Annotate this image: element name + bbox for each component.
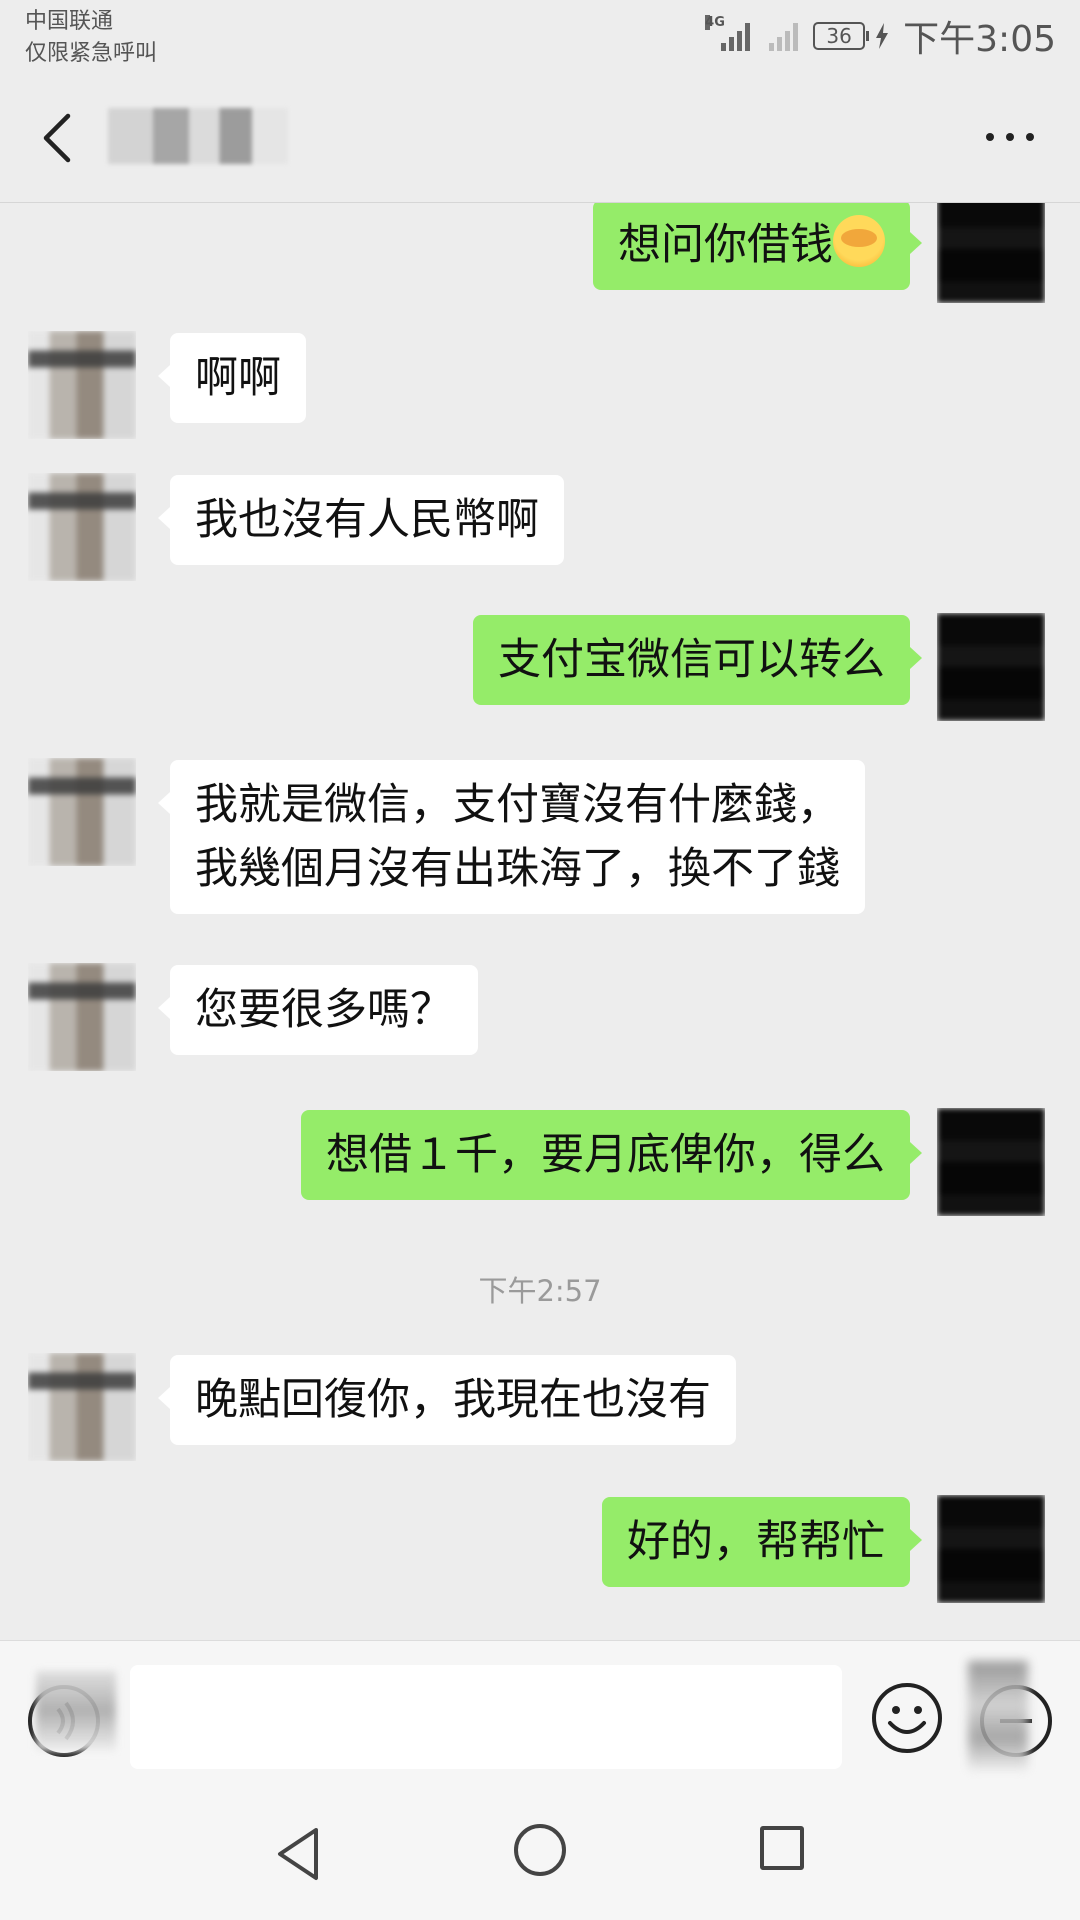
emergency-note: 仅限紧急呼叫: [25, 41, 158, 66]
input-bar: [0, 1640, 1080, 1785]
blurred-overlay: [968, 1661, 1028, 1771]
message-text: 好的，帮帮忙: [627, 1517, 885, 1567]
signal-4g-icon: 4G: [705, 15, 753, 51]
signal-no-sim-icon: [763, 21, 803, 51]
message-bubble[interactable]: 好的，帮帮忙: [602, 1497, 922, 1587]
chevron-left-icon: [43, 113, 71, 163]
contact-avatar[interactable]: [28, 963, 136, 1071]
carrier-name: 中国联通: [25, 9, 114, 34]
smiley-icon: [872, 1683, 942, 1753]
more-horizontal-icon: [986, 133, 1034, 141]
my-avatar[interactable]: [937, 1108, 1045, 1216]
message-bubble[interactable]: 您要很多嗎？: [158, 965, 478, 1055]
more-options-button[interactable]: [980, 122, 1040, 152]
my-avatar[interactable]: [937, 1495, 1045, 1603]
laughing-crying-emoji-icon: [833, 215, 885, 267]
system-nav-bar: [0, 1784, 1080, 1920]
network-type-label: 4G: [705, 15, 725, 30]
message-text: 支付宝微信可以转么: [498, 635, 885, 685]
status-bar: 中国联通 仅限紧急呼叫 4G 36 下午3:05: [0, 0, 1080, 80]
battery-icon: 36: [813, 22, 870, 50]
message-text-line: 我就是微信，支付寶沒有什麼錢，: [195, 780, 840, 830]
chat-header: [0, 80, 1080, 203]
my-avatar[interactable]: [937, 203, 1045, 303]
carrier-info: 中国联通 仅限紧急呼叫: [25, 6, 157, 70]
message-text-line: 我幾個月沒有出珠海了，換不了錢: [195, 844, 840, 894]
message-timestamp: 下午2:57: [478, 1274, 602, 1308]
emoji-button[interactable]: [870, 1681, 944, 1755]
message-text: 想问你借钱: [618, 220, 833, 270]
message-bubble[interactable]: 支付宝微信可以转么: [473, 615, 922, 705]
message-bubble[interactable]: 晚點回復你，我現在也沒有: [158, 1355, 736, 1445]
my-avatar[interactable]: [937, 613, 1045, 721]
status-clock: 下午3:05: [903, 19, 1056, 60]
nav-recents-button[interactable]: [760, 1826, 804, 1870]
contact-avatar[interactable]: [28, 473, 136, 581]
battery-level: 36: [826, 24, 852, 48]
contact-avatar[interactable]: [28, 1353, 136, 1461]
message-text: 啊啊: [195, 353, 281, 403]
triangle-back-icon: [278, 1828, 318, 1880]
status-icons: 4G 36 下午3:05: [705, 14, 1056, 60]
message-bubble[interactable]: 我就是微信，支付寶沒有什麼錢， 我幾個月沒有出珠海了，換不了錢: [158, 760, 865, 914]
message-text: 晚點回復你，我現在也沒有: [195, 1375, 711, 1425]
message-text: 您要很多嗎？: [195, 985, 453, 1035]
contact-avatar[interactable]: [28, 331, 136, 439]
message-text: 想借１千，要月底俾你，得么: [326, 1130, 885, 1180]
blurred-overlay: [36, 1671, 116, 1751]
nav-back-button[interactable]: [270, 1824, 330, 1884]
back-button[interactable]: [30, 108, 90, 168]
contact-avatar[interactable]: [28, 758, 136, 866]
contact-name-blurred: [108, 108, 288, 164]
message-input[interactable]: [130, 1665, 842, 1769]
message-bubble[interactable]: 想问你借钱: [593, 203, 922, 290]
nav-home-button[interactable]: [514, 1824, 566, 1876]
charging-bolt-icon: [876, 23, 889, 49]
message-bubble[interactable]: 我也沒有人民幣啊: [158, 475, 564, 565]
message-list[interactable]: 想问你借钱 啊啊 我也沒有人民幣啊 支付宝微信可以转么 我就是微信，支付寶沒有什…: [0, 203, 1080, 1638]
message-bubble[interactable]: 想借１千，要月底俾你，得么: [301, 1110, 922, 1200]
message-text: 我也沒有人民幣啊: [195, 495, 539, 545]
message-bubble[interactable]: 啊啊: [158, 333, 306, 423]
